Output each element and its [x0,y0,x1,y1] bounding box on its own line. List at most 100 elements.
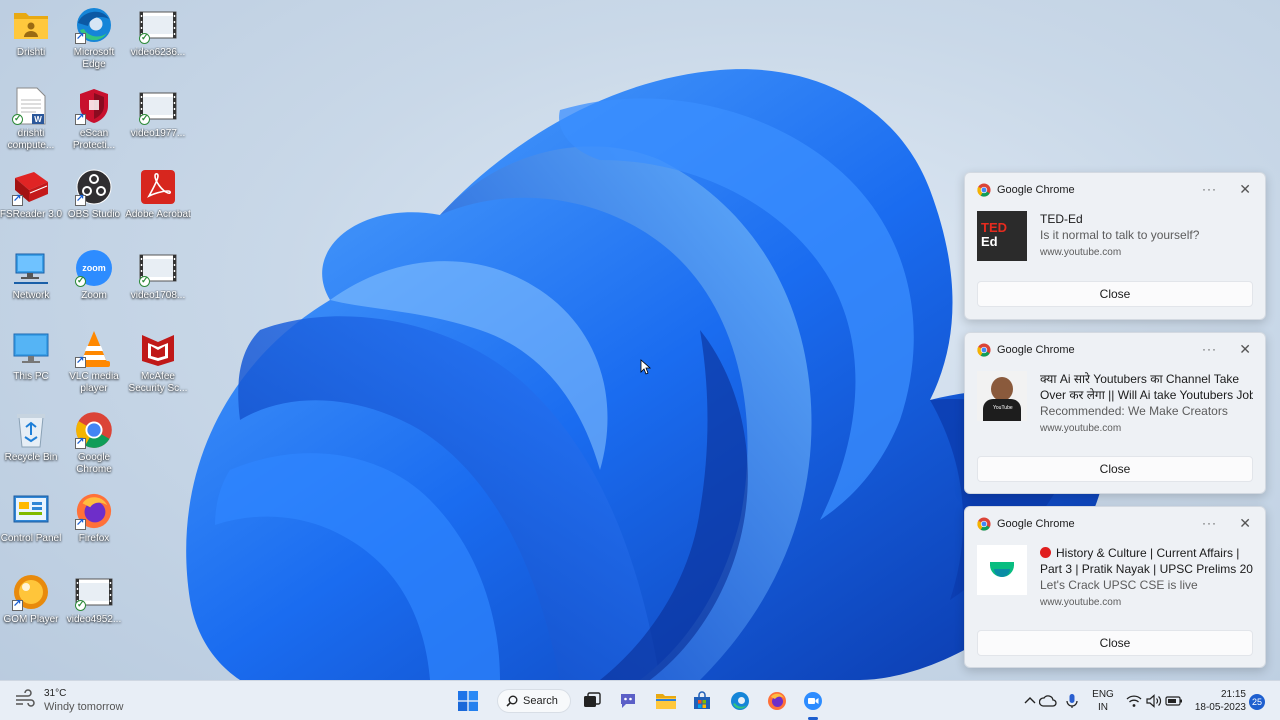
language-code: ENG [1092,689,1114,700]
desktop-icon-video1708[interactable]: video1708... [127,249,189,325]
desktop-icon-label: eScan Protecti... [72,128,116,151]
desktop-icon-fsreader[interactable]: FSReader 3.0 [0,168,62,244]
desktop-icon-gom[interactable]: GOM Player [0,573,62,649]
desktop-icon-drishti[interactable]: Drishti [0,6,62,82]
weather-widget[interactable]: 31°C Windy tomorrow [14,688,123,714]
desktop-icon-label: video1708... [130,290,186,301]
firefox-icon[interactable] [765,689,789,713]
close-icon[interactable]: ✕ [1239,341,1251,358]
notification-ted-ed[interactable]: Google Chrome ··· ✕ TED Ed TED-Ed Is it … [964,172,1266,320]
edge-icon[interactable] [728,689,752,713]
sync-check-icon [75,599,86,611]
task-view-icon[interactable] [580,689,604,713]
notification-url: www.youtube.com [1040,247,1122,258]
system-clock[interactable]: 21:15 18-05-2023 [1188,688,1246,714]
desktop-icon-label: FSReader 3.0 [0,209,63,220]
close-button[interactable]: Close [977,630,1253,656]
search-label: Search [523,695,558,707]
chrome-icon [75,411,113,449]
more-options-icon[interactable]: ··· [1202,342,1217,356]
more-options-icon[interactable]: ··· [1202,516,1217,530]
notification-count-badge[interactable]: 25 [1249,694,1265,710]
file-explorer-icon[interactable] [654,689,678,713]
onedrive-icon[interactable] [1036,689,1060,713]
acrobat-icon [139,168,177,206]
sync-check-icon [75,275,86,287]
desktop-icon-firefox[interactable]: Firefox [63,492,125,568]
desktop-icon-label: OBS Studio [67,209,121,220]
teams-chat-icon[interactable] [616,689,640,713]
close-button[interactable]: Close [977,281,1253,307]
shortcut-arrow-icon [12,193,23,206]
vlc-icon [75,330,113,368]
sync-check-icon [139,32,150,44]
notification-app-name: Google Chrome [997,518,1075,530]
notification-url: www.youtube.com [1040,597,1122,608]
zoom-icon[interactable] [801,689,825,713]
desktop-icon-drishti-computer[interactable]: Wdrishti compute... [0,87,62,163]
desktop-icon-obs[interactable]: OBS Studio [63,168,125,244]
notification-title: History & Culture | Current Affairs | [1040,545,1253,561]
notification-thumbnail [977,545,1027,595]
input-language-indicator[interactable]: ENG IN [1092,688,1114,714]
notification-subtitle: Let's Crack UPSC CSE is live [1040,578,1198,592]
close-icon[interactable]: ✕ [1239,181,1251,198]
taskbar: 31°C Windy tomorrow Search ENG IN 21:15 … [0,680,1280,720]
desktop-icon-zoom[interactable]: zoom Zoom [63,249,125,325]
escan-shield-icon [75,87,113,125]
chrome-icon [977,517,991,531]
notification-upsc-live[interactable]: Google Chrome ··· ✕ History & Culture | … [964,506,1266,668]
desktop-icon-video4952[interactable]: video4952... [63,573,125,649]
notification-header: Google Chrome ··· ✕ [965,173,1265,207]
desktop-icon-label: This PC [13,371,49,382]
notification-ai-youtubers[interactable]: Google Chrome ··· ✕ YouTube क्या Ai सारे… [964,332,1266,494]
desktop-icon-video1977[interactable]: video1977... [127,87,189,163]
desktop-icon-mcafee[interactable]: McAfee Security Sc... [127,330,189,406]
taskbar-search-box[interactable]: Search [497,689,571,713]
sync-check-icon [139,275,150,287]
desktop-icon-label: video1977... [130,128,186,139]
shortcut-arrow-icon [75,355,86,368]
mcafee-icon [139,330,177,368]
close-button[interactable]: Close [977,456,1253,482]
desktop-icon-recycle-bin[interactable]: Recycle Bin [0,411,62,487]
video-file-icon [139,6,177,44]
store-icon[interactable] [690,689,714,713]
firefox-icon [75,492,113,530]
recycle-bin-icon [12,411,50,449]
desktop-icon-vlc[interactable]: VLC media player [63,330,125,406]
close-icon[interactable]: ✕ [1239,515,1251,532]
desktop-icon-label: video6236... [130,47,186,58]
desktop-icon-network[interactable]: Network [0,249,62,325]
svg-text:W: W [34,115,42,124]
desktop-icon-label: Zoom [81,290,107,301]
notification-title: क्या Ai सारे Youtubers का Channel Take [1040,372,1240,386]
desktop-icon-escan[interactable]: eScan Protecti... [63,87,125,163]
sync-check-icon [12,113,23,125]
video-file-icon [139,249,177,287]
desktop-icon-control-panel[interactable]: Control Panel [0,492,62,568]
chrome-icon [977,183,991,197]
shortcut-arrow-icon [75,31,86,44]
monitor-icon [12,330,50,368]
desktop-icon-label: McAfee Security Sc... [128,371,188,394]
desktop-icon-label: video4952... [66,614,122,625]
shortcut-arrow-icon [75,193,86,206]
unacademy-logo-icon [990,562,1014,577]
desktop-icon-acrobat[interactable]: Adobe Acrobat [125,168,191,244]
notification-header: Google Chrome ··· ✕ [965,507,1265,541]
desktop-icon-this-pc[interactable]: This PC [0,330,62,406]
battery-icon[interactable] [1162,689,1186,713]
desktop-icon-video6236[interactable]: video6236... [127,6,189,82]
notification-subtitle: Recommended: We Make Creators [1040,404,1228,418]
microphone-icon[interactable] [1060,689,1084,713]
desktop-icon-label: Microsoft Edge [73,47,115,70]
desktop-icon-label: Drishti [16,47,46,58]
desktop-icon-edge[interactable]: Microsoft Edge [63,6,125,82]
start-icon[interactable] [456,689,480,713]
desktop-icon-label: Control Panel [0,533,62,544]
desktop-icon-chrome[interactable]: Google Chrome [63,411,125,487]
more-options-icon[interactable]: ··· [1202,182,1217,196]
red-book-icon [12,168,50,206]
notification-app-name: Google Chrome [997,184,1075,196]
